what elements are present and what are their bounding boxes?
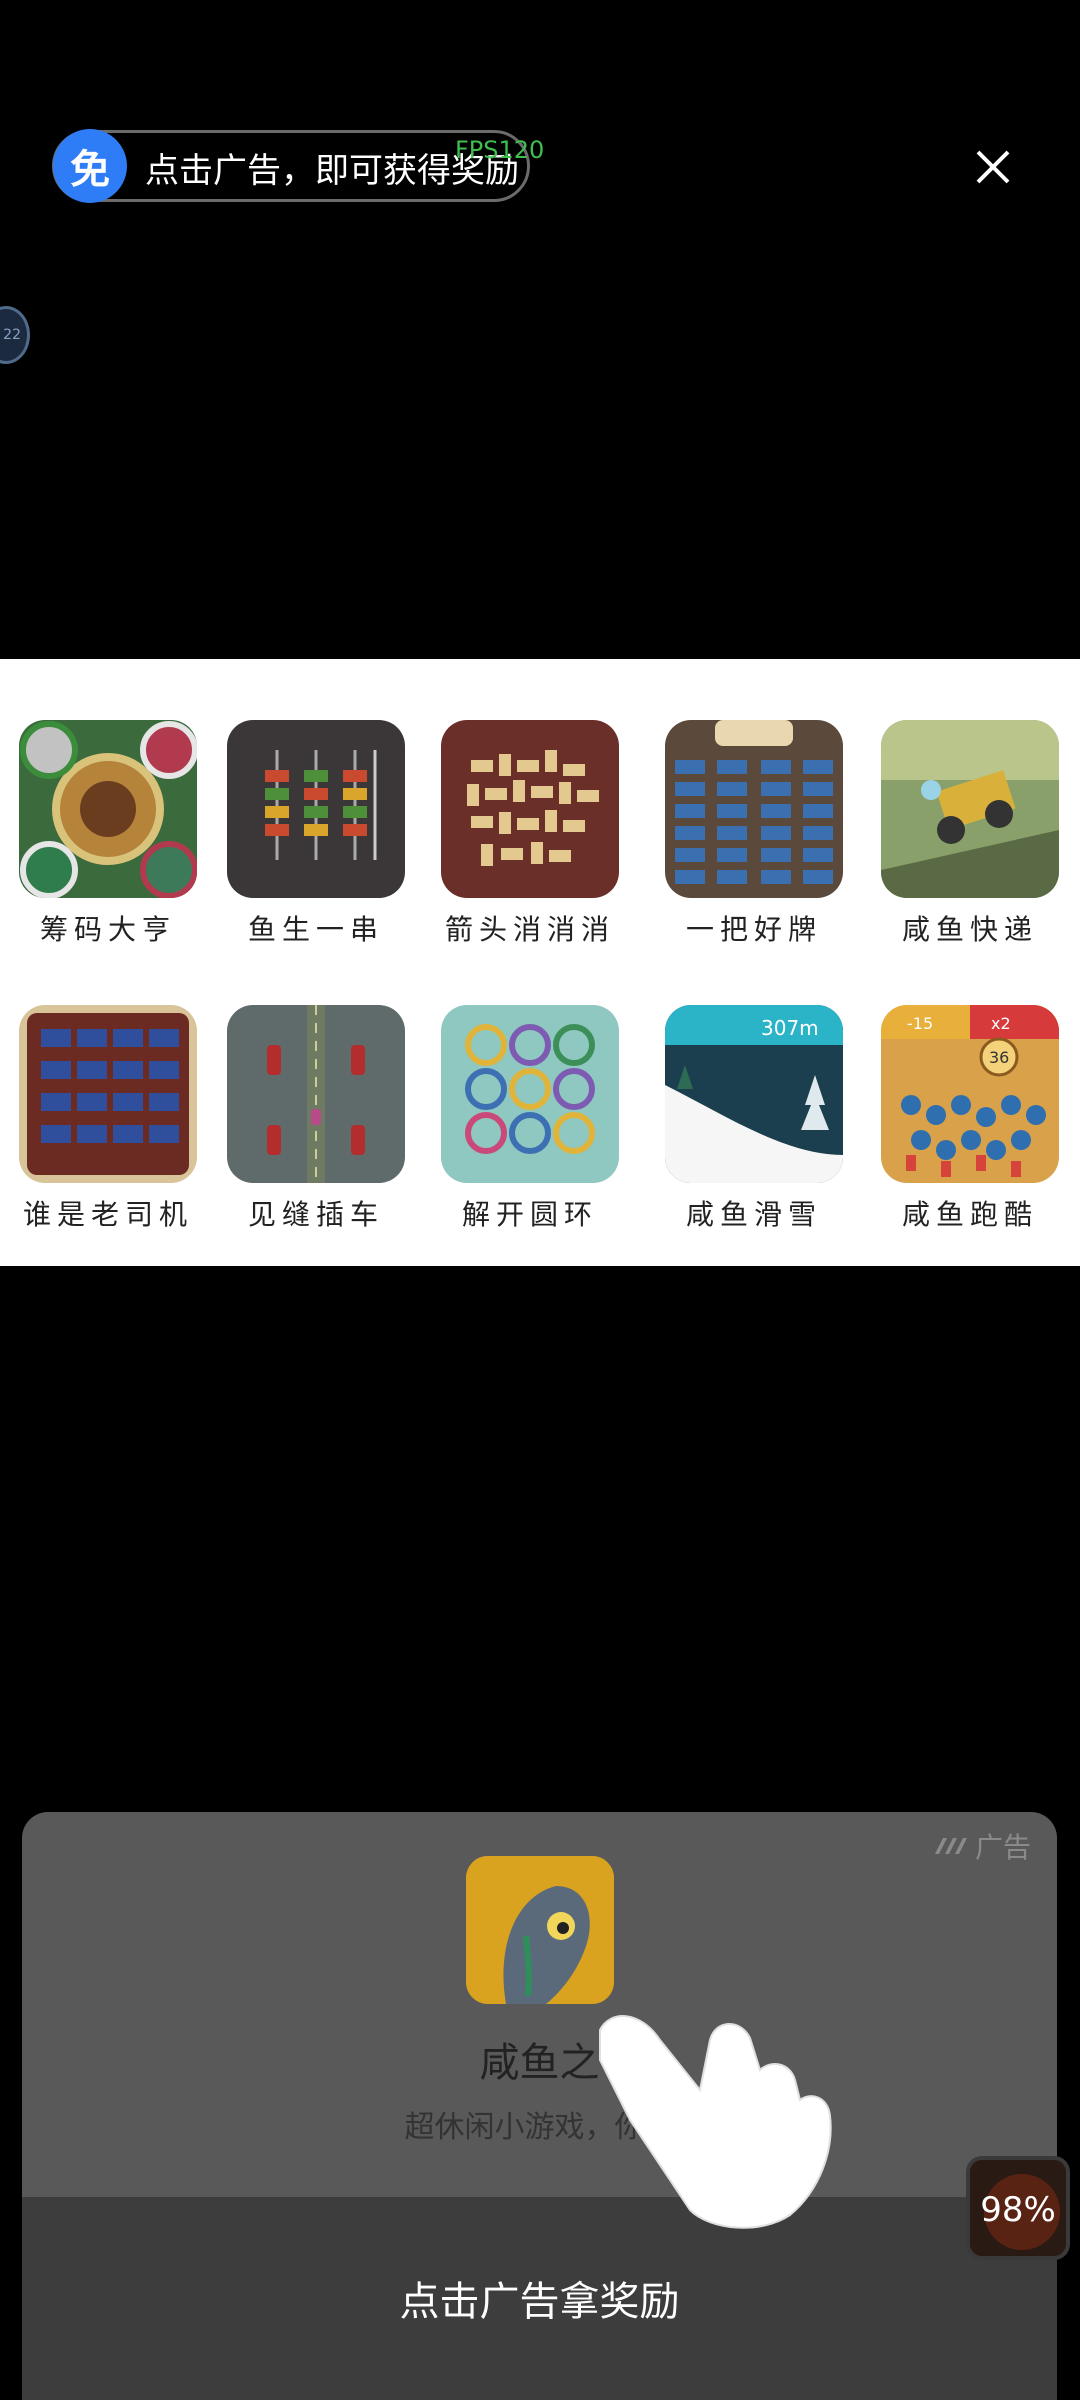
fps-counter: FPS120 [455, 136, 545, 164]
game-item[interactable]: 鱼生一串 [227, 720, 405, 948]
game-label: 咸鱼滑雪 [685, 1198, 822, 1231]
app-description: 超休闲小游戏，你能 [404, 2110, 675, 2145]
game-label: 解开圆环 [461, 1198, 598, 1231]
crowd-run-icon: -15 x2 36 [881, 1005, 1059, 1183]
progress-text: 98% [980, 2190, 1056, 2230]
svg-text:x2: x2 [991, 1014, 1011, 1033]
game-item[interactable]: 谁是老司机 [19, 1005, 197, 1233]
ad-tag: 广告 [933, 1826, 1031, 1866]
game-label: 见缝插车 [247, 1198, 384, 1231]
ad-tag-label: 广告 [974, 1831, 1031, 1864]
svg-text:307m: 307m [761, 1016, 819, 1040]
poker-chips-icon [19, 720, 197, 898]
progress-badge[interactable]: 98% [966, 2156, 1070, 2260]
close-icon[interactable] [966, 140, 1020, 194]
app-icon[interactable] [466, 1856, 614, 2004]
ski-slope-icon: 307m [665, 1005, 843, 1183]
free-badge: 免 [53, 129, 127, 203]
game-item[interactable]: 见缝插车 [227, 1005, 405, 1233]
game-item[interactable]: 307m 咸鱼滑雪 [665, 1005, 843, 1233]
floating-bubble[interactable]: 22 [0, 306, 30, 364]
arrow-blocks-icon [441, 720, 619, 898]
app-name: 咸鱼之 [479, 2040, 600, 2086]
game-label: 一把好牌 [685, 913, 822, 946]
card-grid-icon [665, 720, 843, 898]
game-label: 谁是老司机 [22, 1198, 193, 1231]
ad-card[interactable]: 广告 咸鱼之 超休闲小游戏，你能 点击广告拿奖励 [22, 1812, 1057, 2400]
game-item[interactable]: 咸鱼快递 [881, 720, 1059, 948]
game-label: 咸鱼快递 [901, 913, 1038, 946]
games-panel: 筹码大亨 鱼生一串 箭头消消消 一把好牌 咸鱼快递 谁是老司机 见缝插车 解开圆… [0, 659, 1080, 1266]
game-label: 箭头消消消 [444, 913, 615, 946]
cta-label: 点击广告拿奖励 [399, 2279, 680, 2325]
skewer-icon [227, 720, 405, 898]
driver-keyboard-icon [19, 1005, 197, 1183]
svg-text:-15: -15 [907, 1014, 933, 1033]
cta-button[interactable]: 点击广告拿奖励 [22, 2197, 1057, 2400]
game-label: 鱼生一串 [247, 913, 384, 946]
road-cars-icon [227, 1005, 405, 1183]
game-label: 筹码大亨 [39, 913, 176, 946]
game-item[interactable]: 箭头消消消 [441, 720, 619, 948]
tap-hand-icon [590, 2000, 840, 2230]
svg-text:36: 36 [989, 1048, 1009, 1067]
ad-logo-icon [933, 1830, 969, 1863]
game-item[interactable]: 解开圆环 [441, 1005, 619, 1233]
delivery-truck-icon [881, 720, 1059, 898]
rings-icon [441, 1005, 619, 1183]
game-item[interactable]: 筹码大亨 [19, 720, 197, 948]
game-item[interactable]: -15 x2 36 咸鱼跑酷 [881, 1005, 1059, 1233]
game-item[interactable]: 一把好牌 [665, 720, 843, 948]
game-label: 咸鱼跑酷 [901, 1198, 1038, 1231]
